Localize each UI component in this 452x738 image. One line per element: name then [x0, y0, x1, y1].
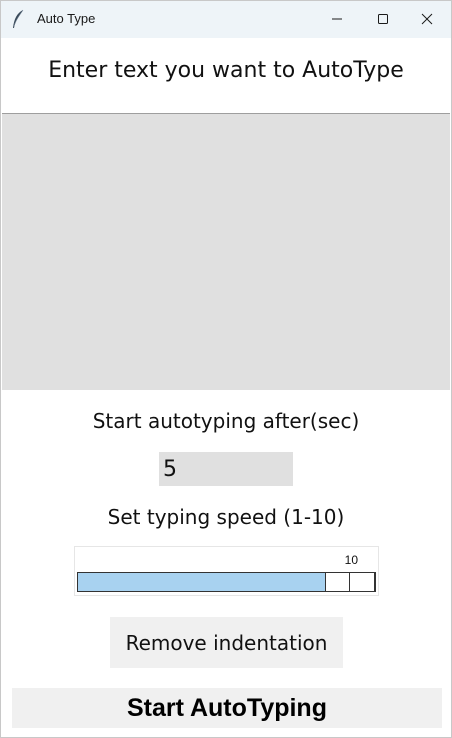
delay-label: Start autotyping after(sec) [92, 409, 360, 433]
title-bar: Auto Type [1, 1, 451, 38]
app-window: Auto Type Enter text you want to AutoTyp… [0, 0, 452, 738]
window-title: Auto Type [37, 11, 96, 26]
speed-scale-trough[interactable] [77, 572, 376, 592]
speed-scale-fill [78, 573, 325, 591]
close-icon [421, 13, 433, 25]
speed-scale[interactable]: 10 [74, 546, 379, 596]
minimize-icon [332, 18, 342, 20]
speed-scale-value: 10 [344, 553, 358, 567]
page-heading: Enter text you want to AutoType [48, 58, 404, 83]
maximize-icon [378, 14, 388, 24]
speed-label: Set typing speed (1-10) [107, 505, 345, 529]
speed-scale-handle[interactable] [325, 572, 375, 592]
feather-icon [11, 9, 25, 29]
remove-indentation-button[interactable]: Remove indentation [110, 617, 343, 668]
delay-input[interactable] [159, 452, 293, 486]
maximize-button[interactable] [361, 1, 407, 38]
close-button[interactable] [405, 1, 451, 38]
start-autotyping-button[interactable]: Start AutoTyping [12, 688, 442, 728]
minimize-button[interactable] [315, 1, 361, 38]
autotype-text-area[interactable] [2, 113, 450, 390]
